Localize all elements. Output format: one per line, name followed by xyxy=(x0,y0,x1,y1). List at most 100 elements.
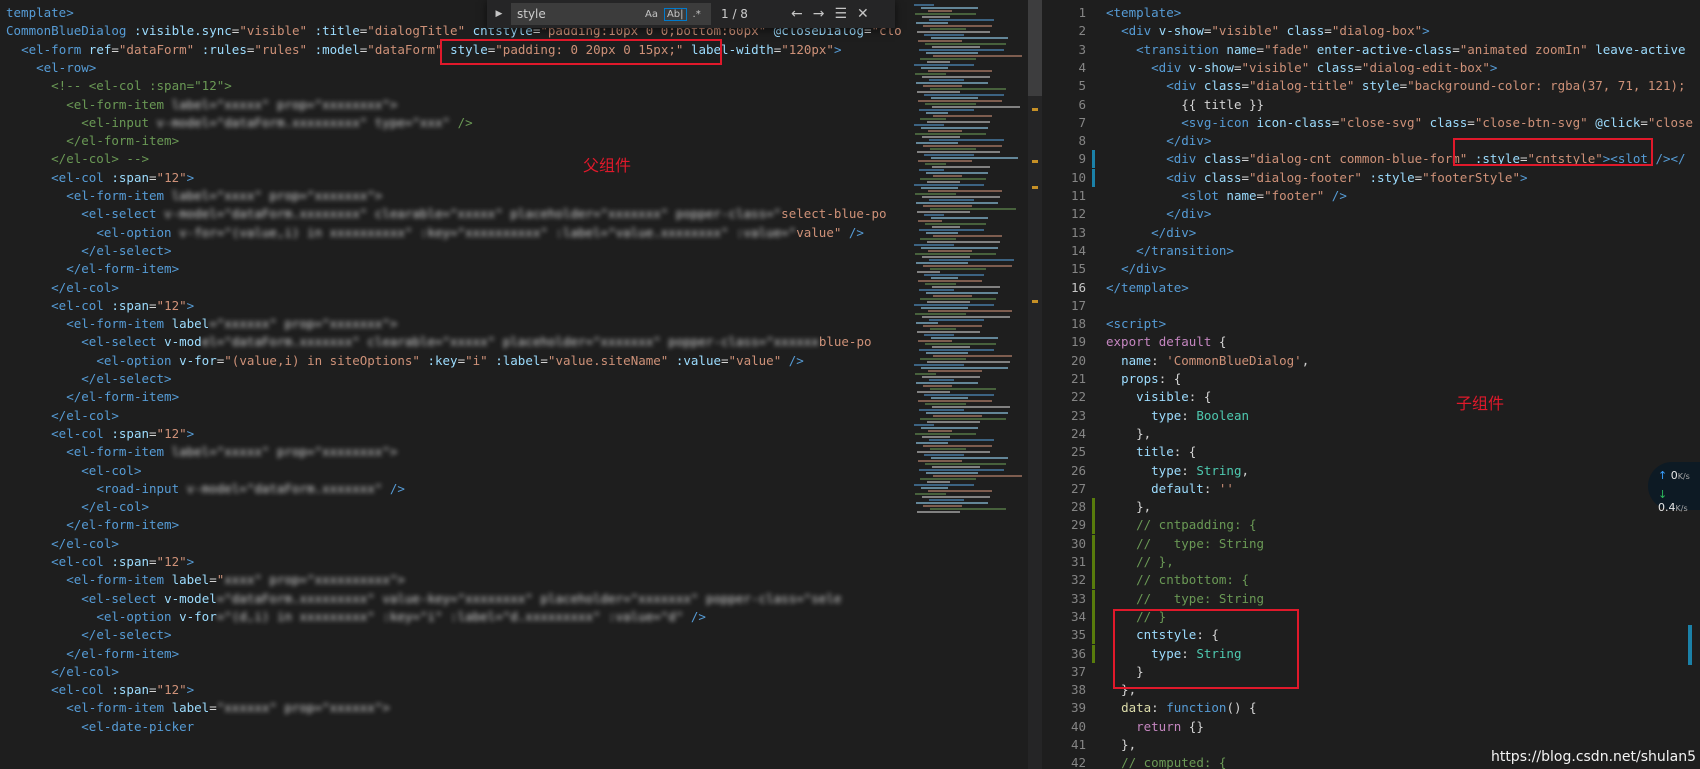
code-line[interactable]: 28 }, xyxy=(1042,498,1700,516)
code-line[interactable]: 5 <div class="dialog-title" style="backg… xyxy=(1042,77,1700,95)
code-line[interactable]: <el-option v-for = "(value,i) in siteOptio… xyxy=(0,352,908,370)
code-line[interactable]: 3 <transition name="fade" enter-active-c… xyxy=(1042,41,1700,59)
code-line[interactable]: </el-select> xyxy=(0,626,908,644)
code-line[interactable]: 40 return {} xyxy=(1042,718,1700,736)
minimap-line xyxy=(914,244,954,246)
find-input[interactable] xyxy=(512,6,639,22)
find-input-wrapper[interactable]: Aa Ab| .* xyxy=(511,3,711,25)
code-line[interactable]: </el-form-item> xyxy=(0,260,908,278)
code-line[interactable]: 21 props: { xyxy=(1042,370,1700,388)
code-line[interactable]: </el-form-item> xyxy=(0,388,908,406)
code-line[interactable]: <el-option v-for="(value,i) in xxxxxxxxx… xyxy=(0,224,908,242)
code-line[interactable]: <el-select v-model="dataForm.xxxxxxxxx" … xyxy=(0,590,908,608)
code-line[interactable]: </el-form-item> xyxy=(0,132,908,150)
minimap-line xyxy=(932,106,1020,108)
code-line[interactable]: <el-select v-model="dataForm.xxxxxxxx" c… xyxy=(0,205,908,223)
code-line[interactable]: 23 type: Boolean xyxy=(1042,407,1700,425)
code-line[interactable]: <el-form-item label="xxxxxx" prop="xxxxx… xyxy=(0,699,908,717)
code-line[interactable]: </el-form-item> xyxy=(0,645,908,663)
code-line[interactable]: 10 <div class="dialog-footer" :style="fo… xyxy=(1042,169,1700,187)
code-line[interactable]: 12 </div> xyxy=(1042,205,1700,223)
minimap-line xyxy=(927,301,970,303)
code-line[interactable]: 7 <svg-icon icon-class = "close-svg" class… xyxy=(1042,114,1700,132)
match-whole-word-icon[interactable]: Ab| xyxy=(663,7,687,21)
toggle-replace-icon[interactable]: ▶ xyxy=(491,9,507,19)
code-line[interactable]: 18 <script> xyxy=(1042,315,1700,333)
minimap-line xyxy=(923,325,982,327)
close-icon[interactable]: ✕ xyxy=(857,6,869,22)
code-line[interactable]: 17 xyxy=(1042,297,1700,315)
code-line[interactable]: <el-col :span="12"> xyxy=(0,681,908,699)
code-line[interactable]: <!-- <el-col :span="12"> xyxy=(0,77,908,95)
code-line[interactable]: 39 data: function() { xyxy=(1042,699,1700,717)
code-line[interactable]: </el-col> xyxy=(0,663,908,681)
next-match-icon[interactable]: → xyxy=(813,6,825,22)
minimap-line xyxy=(914,364,964,366)
find-widget[interactable]: ▶ Aa Ab| .* 1 / 8 ← → ☰ ✕ xyxy=(487,0,895,28)
minimap-line xyxy=(927,61,950,63)
code-line[interactable]: <el-form-item label="xxxx" prop="xxxxxxx… xyxy=(0,187,908,205)
code-line[interactable]: <el-form-item label="xxxxxx" prop="xxxxx… xyxy=(0,315,908,333)
code-line[interactable]: 11 <slot name="footer" /> xyxy=(1042,187,1700,205)
code-line[interactable]: 20 name: 'CommonBlueDialog', xyxy=(1042,352,1700,370)
previous-match-icon[interactable]: ← xyxy=(791,6,803,22)
code-line[interactable]: 24 }, xyxy=(1042,425,1700,443)
left-scrollbar[interactable] xyxy=(1028,0,1042,769)
code-line[interactable]: </el-form-item> xyxy=(0,516,908,534)
code-line[interactable]: </el-select> xyxy=(0,370,908,388)
code-line[interactable]: <el-option v-for="(d,i) in xxxxxxxxx" :k… xyxy=(0,608,908,626)
code-line[interactable]: 29 // cntpadding: { xyxy=(1042,516,1700,534)
code-line[interactable]: <road-input v-model="dataForm.xxxxxxx" /… xyxy=(0,480,908,498)
highlight-cntstyle-prop xyxy=(1113,609,1299,689)
code-line[interactable]: 31 // }, xyxy=(1042,553,1700,571)
code-line[interactable]: <el-input v-model="dataForm.xxxxxxxxx" t… xyxy=(0,114,908,132)
code-line[interactable]: 1 <template> xyxy=(1042,4,1700,22)
code-line[interactable]: 22 visible: { xyxy=(1042,388,1700,406)
code-line[interactable]: 32 // cntbottom: { xyxy=(1042,571,1700,589)
code-line[interactable]: <el-col :span="12"> xyxy=(0,553,908,571)
minimap-line xyxy=(929,439,994,441)
code-line[interactable]: 15 </div> xyxy=(1042,260,1700,278)
code-line[interactable]: <el-form-item label="xxxx" prop="xxxxxxx… xyxy=(0,571,908,589)
code-line[interactable]: 2 <div v-show="visible" class="dialog-bo… xyxy=(1042,22,1700,40)
code-line[interactable]: 25 title: { xyxy=(1042,443,1700,461)
code-line[interactable]: <el-form-item label="xxxxx" prop="xxxxxx… xyxy=(0,96,908,114)
match-case-icon[interactable]: Aa xyxy=(645,9,658,20)
left-minimap[interactable] xyxy=(908,0,1028,769)
left-editor-pane[interactable]: template> CommonBlueDialog :visible.sync =… xyxy=(0,0,908,769)
code-line[interactable]: 26 type: String, xyxy=(1042,462,1700,480)
code-line[interactable]: <el-col :span="12"> xyxy=(0,169,908,187)
code-line[interactable]: </el-col> xyxy=(0,407,908,425)
code-line[interactable]: </el-select> xyxy=(0,242,908,260)
minimap-line xyxy=(926,472,978,474)
code-line[interactable]: <el-col> xyxy=(0,462,908,480)
code-line[interactable]: 33 // type: String xyxy=(1042,590,1700,608)
code-line[interactable]: </el-col> xyxy=(0,279,908,297)
code-line[interactable]: 19 export default { xyxy=(1042,333,1700,351)
code-line[interactable]: 13 </div> xyxy=(1042,224,1700,242)
code-line[interactable]: 30 // type: String xyxy=(1042,535,1700,553)
diff-gutter-marker xyxy=(1092,644,1095,663)
code-line[interactable]: 6 {{ title }} xyxy=(1042,96,1700,114)
code-line[interactable]: <el-col :span="12"> xyxy=(0,425,908,443)
code-line[interactable]: <el-date-picker xyxy=(0,718,908,736)
code-token: "12" xyxy=(156,554,187,569)
right-editor-pane[interactable]: 1 <template> 2 <div v-show = "visible" class… xyxy=(1042,0,1700,769)
code-line[interactable]: </el-col> xyxy=(0,535,908,553)
left-scrollbar-slider[interactable] xyxy=(1028,0,1042,96)
code-token: type xyxy=(1151,407,1182,423)
find-in-selection-icon[interactable]: ☰ xyxy=(834,6,847,22)
code-line[interactable]: </el-col> xyxy=(0,498,908,516)
line-number: 35 xyxy=(1070,627,1086,643)
code-line[interactable]: 4 <div v-show="visible" class="dialog-ed… xyxy=(1042,59,1700,77)
minimap-line xyxy=(927,241,1000,243)
code-line[interactable]: 27 default: '' xyxy=(1042,480,1700,498)
code-line[interactable]: <el-col :span="12"> xyxy=(0,297,908,315)
code-line[interactable]: 14 </transition> xyxy=(1042,242,1700,260)
code-line[interactable]: 16 </template> xyxy=(1042,279,1700,297)
code-line[interactable]: <el-select v-model="dataForm.xxxxxxx" cl… xyxy=(0,333,908,351)
use-regex-icon[interactable]: .* xyxy=(693,9,701,20)
code-line[interactable]: <el-form-item label="xxxxx" prop="xxxxxx… xyxy=(0,443,908,461)
code-line[interactable]: </el-col> --> xyxy=(0,150,908,168)
